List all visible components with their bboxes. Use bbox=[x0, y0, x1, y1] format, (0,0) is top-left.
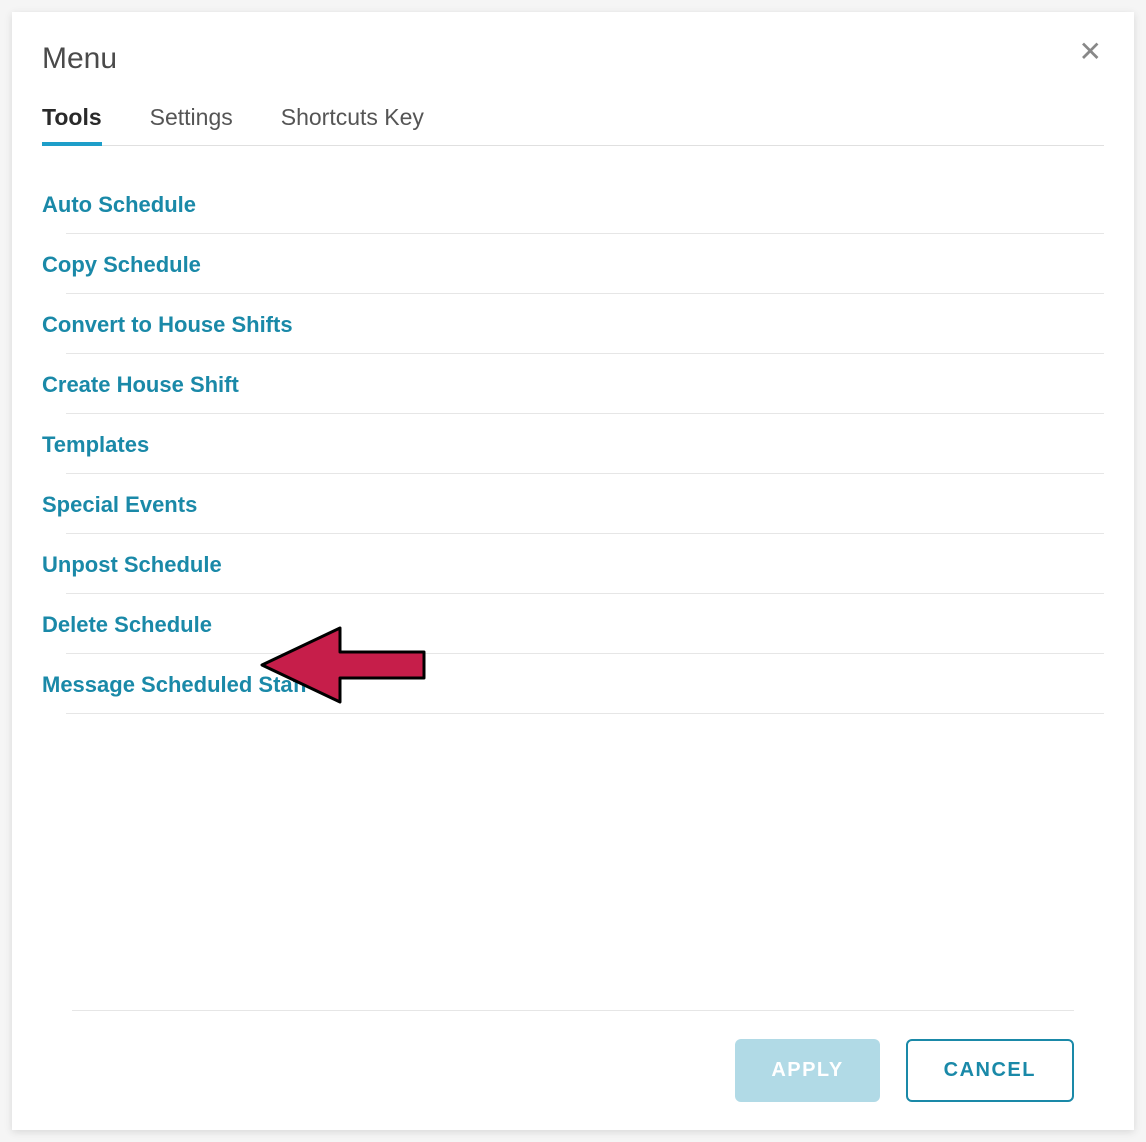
tool-label: Delete Schedule bbox=[42, 612, 212, 637]
modal-content: Auto Schedule Copy Schedule Convert to H… bbox=[42, 154, 1104, 1010]
close-button[interactable]: ✕ bbox=[1075, 34, 1106, 70]
tool-copy-schedule[interactable]: Copy Schedule bbox=[42, 234, 1104, 294]
tool-unpost-schedule[interactable]: Unpost Schedule bbox=[42, 534, 1104, 594]
tool-label: Templates bbox=[42, 432, 149, 457]
tool-delete-schedule[interactable]: Delete Schedule bbox=[42, 594, 1104, 654]
tool-special-events[interactable]: Special Events bbox=[42, 474, 1104, 534]
tool-create-house-shift[interactable]: Create House Shift bbox=[42, 354, 1104, 414]
modal-footer: APPLY CANCEL bbox=[72, 1010, 1074, 1102]
tool-message-scheduled-staff[interactable]: Message Scheduled Staff bbox=[42, 654, 1104, 714]
tool-label: Auto Schedule bbox=[42, 192, 196, 217]
tools-list: Auto Schedule Copy Schedule Convert to H… bbox=[42, 174, 1104, 714]
tool-auto-schedule[interactable]: Auto Schedule bbox=[42, 174, 1104, 234]
tool-label: Special Events bbox=[42, 492, 197, 517]
cancel-button[interactable]: CANCEL bbox=[906, 1039, 1074, 1102]
tab-tools[interactable]: Tools bbox=[42, 98, 102, 145]
tab-shortcuts-key[interactable]: Shortcuts Key bbox=[281, 98, 424, 145]
menu-modal: Menu ✕ Tools Settings Shortcuts Key Auto… bbox=[12, 12, 1134, 1130]
tool-label: Convert to House Shifts bbox=[42, 312, 293, 337]
tab-settings[interactable]: Settings bbox=[150, 98, 233, 145]
tool-label: Message Scheduled Staff bbox=[42, 672, 307, 697]
modal-title: Menu bbox=[42, 42, 1104, 76]
tool-label: Copy Schedule bbox=[42, 252, 201, 277]
apply-button[interactable]: APPLY bbox=[735, 1039, 879, 1102]
tool-label: Unpost Schedule bbox=[42, 552, 222, 577]
tool-templates[interactable]: Templates bbox=[42, 414, 1104, 474]
tool-convert-to-house-shifts[interactable]: Convert to House Shifts bbox=[42, 294, 1104, 354]
tool-label: Create House Shift bbox=[42, 372, 239, 397]
tab-bar: Tools Settings Shortcuts Key bbox=[42, 98, 1104, 146]
modal-header: Menu ✕ bbox=[42, 42, 1104, 76]
close-icon: ✕ bbox=[1079, 36, 1102, 67]
